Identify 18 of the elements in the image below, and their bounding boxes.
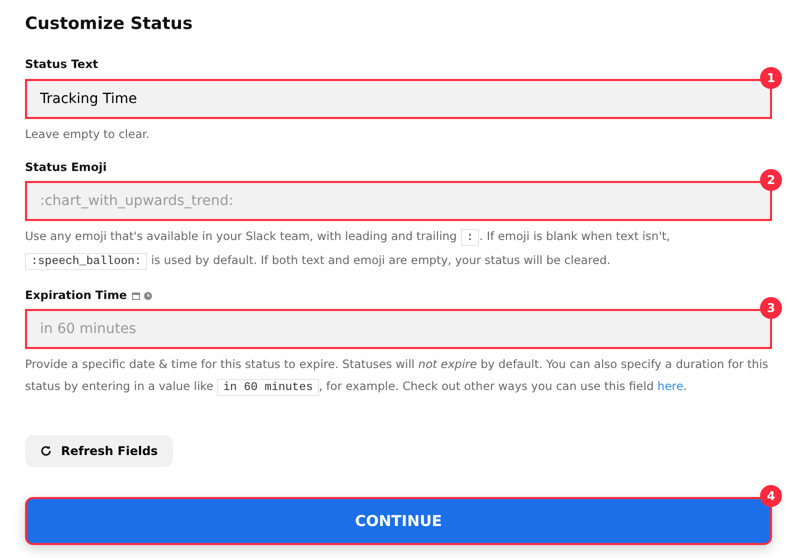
- help-text: Use any emoji that's available in your Slack team, with leading and trailing : . If emoji is blank when text isn't, :speech_balloon: is used by default. If both text and emoji are empty, your status will be cleared.: [25, 228, 672, 272]
- field-label: Expiration Time: [25, 286, 127, 304]
- calendar-icon: [132, 292, 140, 300]
- help-text: Leave empty to clear.: [25, 126, 151, 143]
- field-label: Status Emoji: [25, 158, 107, 176]
- code-snippet: in 60 minutes: [217, 379, 319, 396]
- step-marker: 4: [760, 485, 782, 508]
- step-marker: 1: [760, 66, 782, 89]
- code-snippet: :: [460, 228, 480, 246]
- page-title: Customize Status: [25, 14, 194, 34]
- help-text: Provide a specific date & time for this status to expire. Statuses will not expire by default. You can also specify a duration for this status by entering in a value like in 60 minutes , for example. Check out other ways you can use this field here.: [25, 356, 770, 398]
- field-label: Status Text: [25, 56, 98, 74]
- step-marker: 2: [760, 168, 782, 191]
- refresh-icon: [40, 445, 52, 458]
- clock-icon: [144, 292, 152, 300]
- refresh-button[interactable]: Refresh Fields: [25, 435, 173, 468]
- step-marker: 3: [760, 297, 782, 320]
- code-snippet: :speech_balloon:: [25, 252, 148, 270]
